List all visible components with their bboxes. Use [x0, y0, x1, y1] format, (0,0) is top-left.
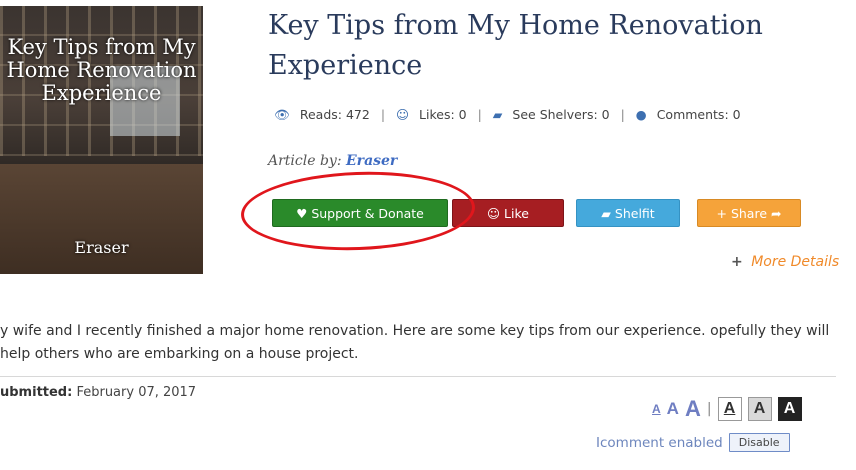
- eye-icon: 👁: [274, 107, 290, 122]
- font-size-medium-button[interactable]: A: [667, 399, 679, 419]
- comments-count[interactable]: Comments: 0: [657, 107, 741, 122]
- author-link[interactable]: Eraser: [346, 153, 397, 169]
- plus-icon: +: [716, 206, 727, 221]
- reads-count: Reads: 472: [299, 107, 370, 122]
- font-size-large-button[interactable]: A: [685, 396, 701, 422]
- smiley-icon: ☺: [487, 206, 501, 221]
- article-byline: Article by: Eraser: [268, 153, 398, 169]
- shelfit-button[interactable]: ▰ Shelfit: [576, 199, 680, 227]
- plus-icon: +: [731, 254, 743, 270]
- highlight-annotation-circle: [239, 167, 477, 255]
- icomment-label: Icomment enabled: [596, 434, 723, 451]
- article-cover-image: Key Tips from My Home Renovation Experie…: [0, 6, 203, 274]
- see-shelvers-link[interactable]: See Shelvers: 0: [512, 107, 609, 122]
- book-icon: ▰: [492, 107, 503, 122]
- share-button[interactable]: + Share ➦: [697, 199, 801, 227]
- share-arrow-icon: ➦: [771, 206, 782, 221]
- font-size-small-button[interactable]: A: [652, 402, 661, 416]
- theme-white-button[interactable]: A: [717, 397, 742, 421]
- likes-count: Likes: 0: [419, 107, 467, 122]
- smiley-icon: ☺: [396, 107, 410, 122]
- icomment-status: Icomment enabled Disable: [596, 433, 790, 452]
- comment-bubble-icon: ●: [635, 107, 647, 122]
- submitted-date: ubmitted: February 07, 2017: [0, 385, 197, 400]
- theme-dark-button[interactable]: A: [777, 397, 802, 421]
- font-size-controls: A A A | A A A: [652, 395, 802, 423]
- cover-floor: [0, 164, 203, 274]
- article-title: Key Tips from My Home Renovation Experie…: [268, 10, 763, 81]
- divider: [0, 376, 836, 377]
- cover-author: Eraser: [74, 238, 129, 257]
- article-stats: 👁 Reads: 472 | ☺ Likes: 0 | ▰ See Shelve…: [274, 107, 741, 122]
- disable-icomment-button[interactable]: Disable: [728, 433, 790, 452]
- theme-gray-button[interactable]: A: [747, 397, 772, 421]
- article-description: y wife and I recently finished a major h…: [0, 323, 830, 362]
- more-details-link[interactable]: + More Details: [731, 254, 839, 270]
- cover-title: Key Tips from My Home Renovation Experie…: [6, 35, 197, 105]
- book-icon: ▰: [601, 206, 611, 221]
